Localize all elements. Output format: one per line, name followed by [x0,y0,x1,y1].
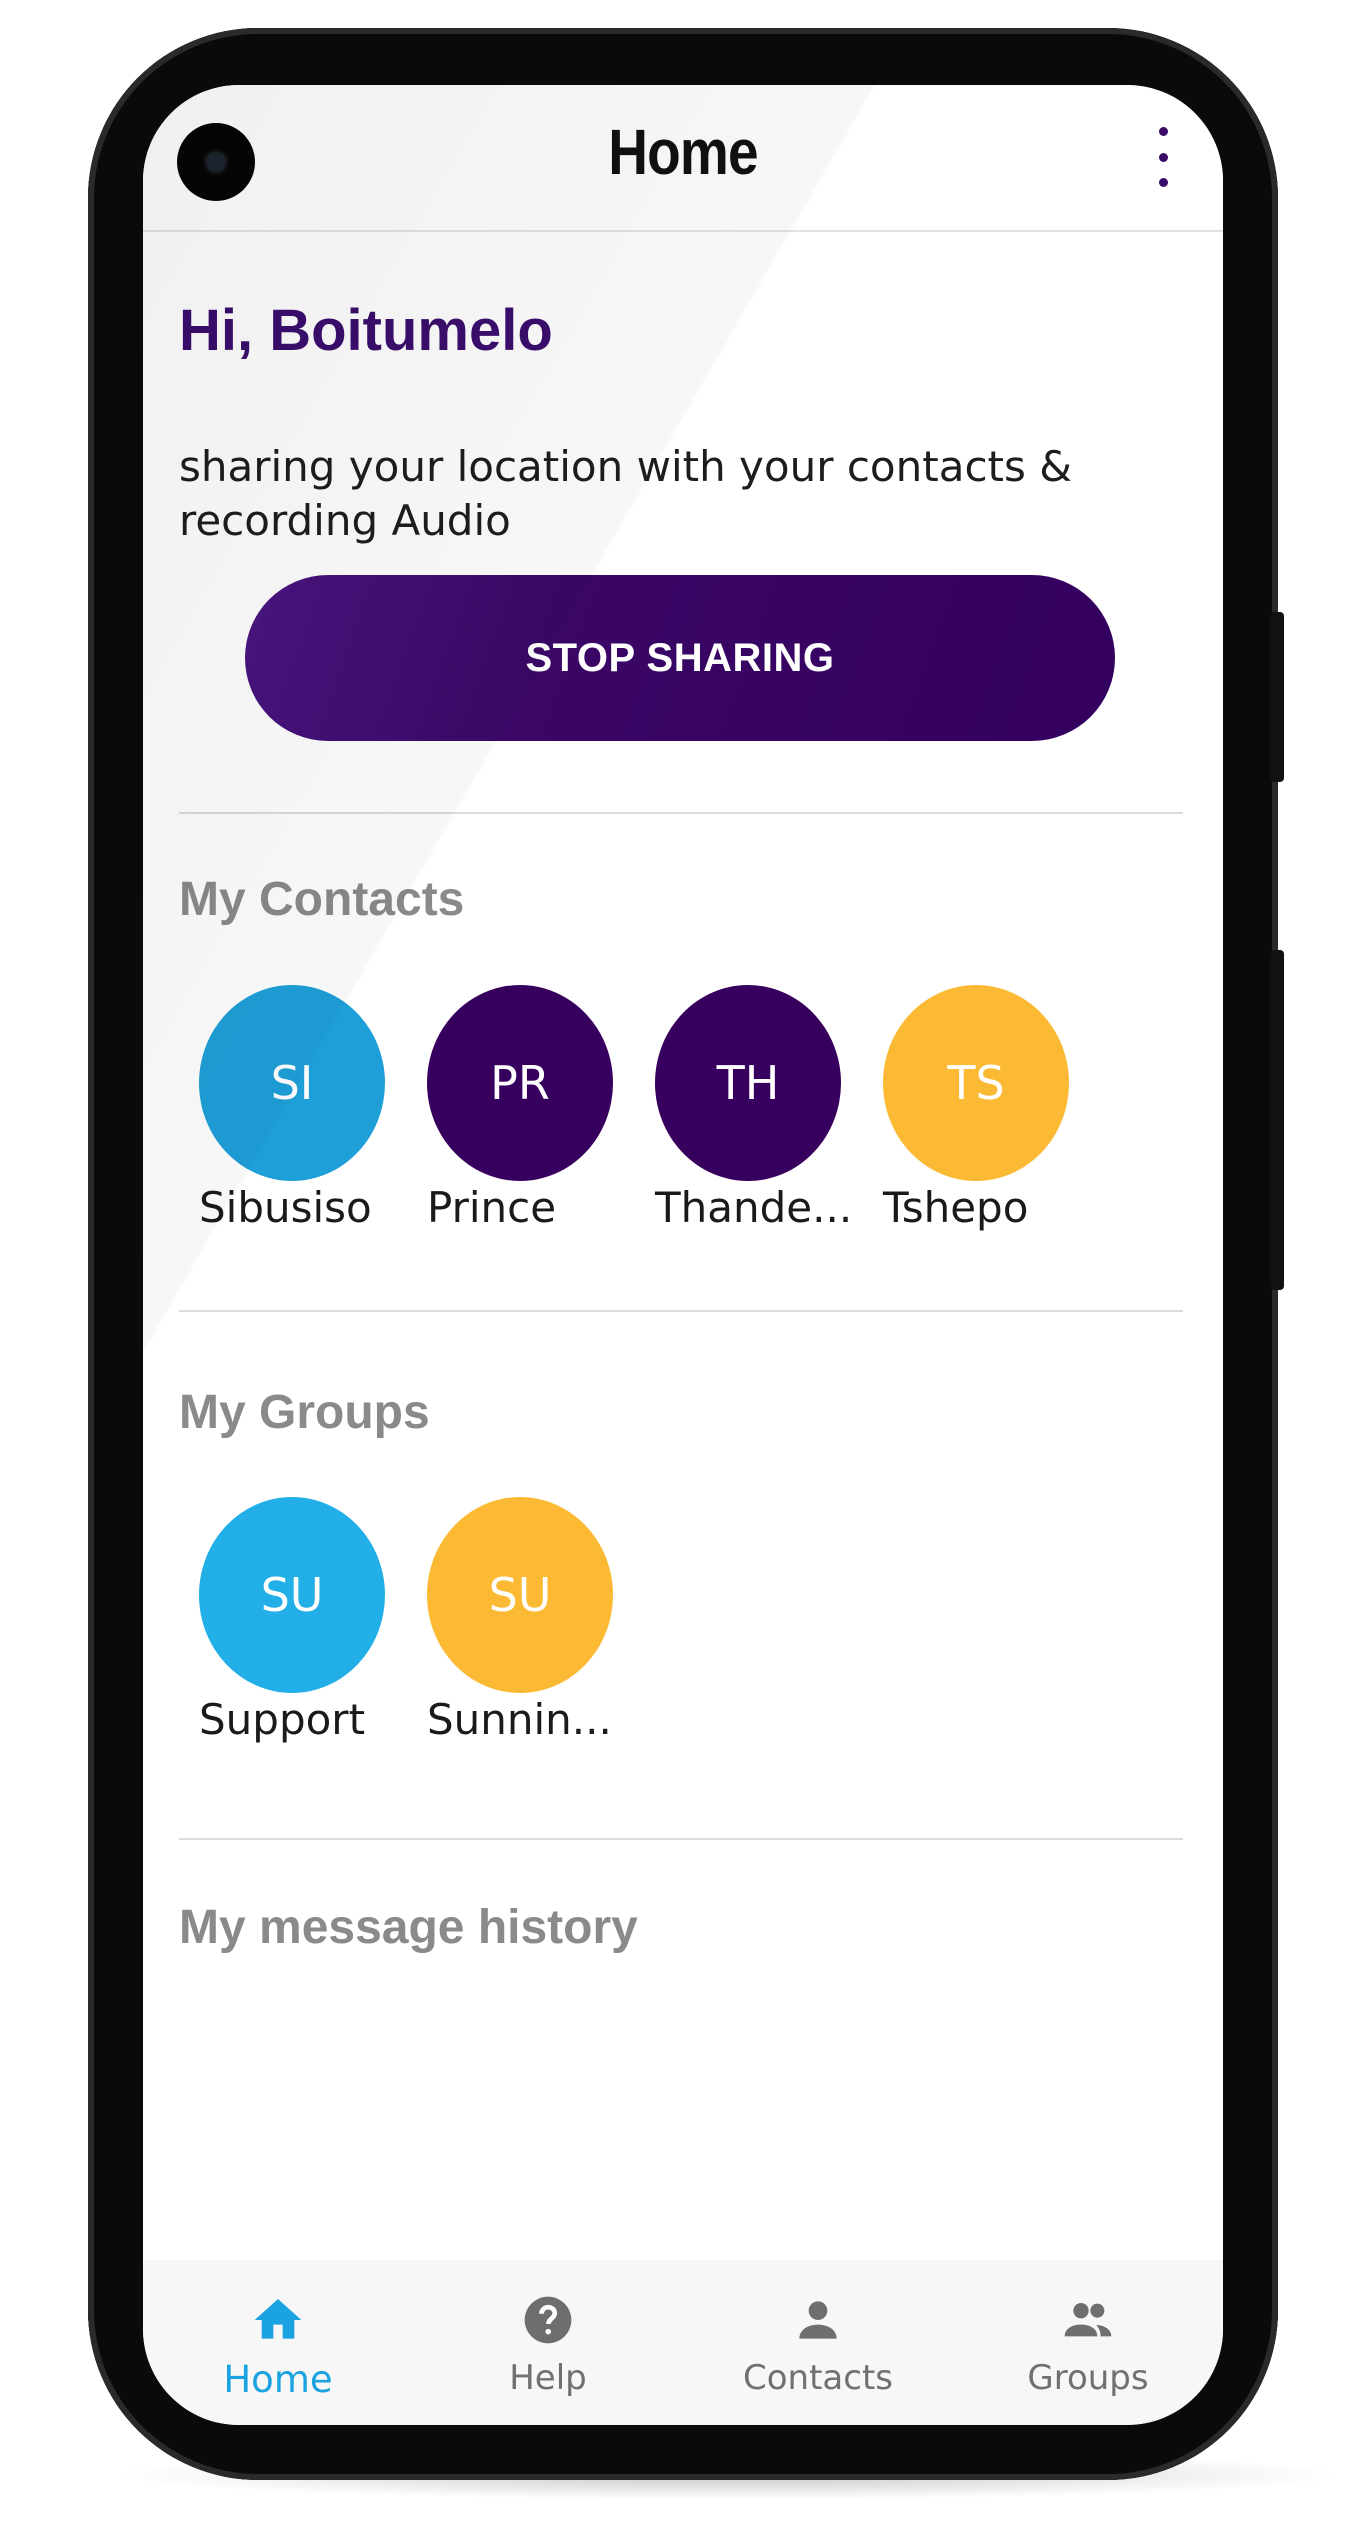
phone-volume-button [1270,950,1284,1290]
nav-label: Help [509,2358,587,2398]
app-screen: Home Hi, Boitumelo sharing your location… [143,85,1223,2425]
contacts-list: SI Sibusiso PR Prince TH Thande... TS Ts… [199,985,1111,1232]
message-history-title: My message history [179,1901,638,1954]
nav-label: Groups [1027,2358,1149,2398]
contact-name: Sibusiso [199,1183,372,1232]
phone-power-button [1270,612,1284,782]
sharing-status-text: sharing your location with your contacts… [179,442,1072,545]
groups-list: SU Support SU Sunnin... [199,1497,655,1744]
avatar: TH [655,985,841,1181]
avatar: TS [883,985,1069,1181]
stop-sharing-button[interactable]: STOP SHARING [245,575,1115,741]
nav-contacts[interactable]: Contacts [683,2260,953,2425]
divider [179,1310,1183,1312]
more-vert-icon[interactable] [1143,127,1183,187]
groups-section-title: My Groups [179,1386,430,1439]
nav-home[interactable]: Home [143,2260,413,2425]
divider [179,812,1183,814]
nav-label: Home [223,2358,333,2401]
app-bar: Home [143,85,1223,232]
group-item[interactable]: SU Support [199,1497,427,1744]
contacts-section-title: My Contacts [179,873,465,926]
avatar: PR [427,985,613,1181]
contact-name: Tshepo [883,1183,1029,1232]
group-name: Sunnin... [427,1695,612,1744]
contact-name: Thande... [655,1183,853,1232]
nav-label: Contacts [743,2358,893,2398]
avatar: SU [199,1497,385,1693]
contact-item[interactable]: TH Thande... [655,985,883,1232]
home-icon [254,2299,302,2339]
person-icon [799,2301,837,2339]
bottom-navigation: Home Help Contacts Groups [143,2260,1223,2425]
contact-name: Prince [427,1183,557,1232]
contact-item[interactable]: SI Sibusiso [199,985,427,1232]
greeting-text: Hi, Boitumelo [179,298,553,363]
avatar: SI [199,985,385,1181]
contact-item[interactable]: TS Tshepo [883,985,1111,1232]
nav-groups[interactable]: Groups [953,2260,1223,2425]
screen-glare [143,85,1223,2425]
divider [179,1838,1183,1840]
group-name: Support [199,1695,366,1744]
help-icon [524,2296,572,2344]
nav-help[interactable]: Help [413,2260,683,2425]
group-icon [1064,2302,1112,2337]
group-item[interactable]: SU Sunnin... [427,1497,655,1744]
avatar: SU [427,1497,613,1693]
page-title: Home [608,116,758,188]
contact-item[interactable]: PR Prince [427,985,655,1232]
